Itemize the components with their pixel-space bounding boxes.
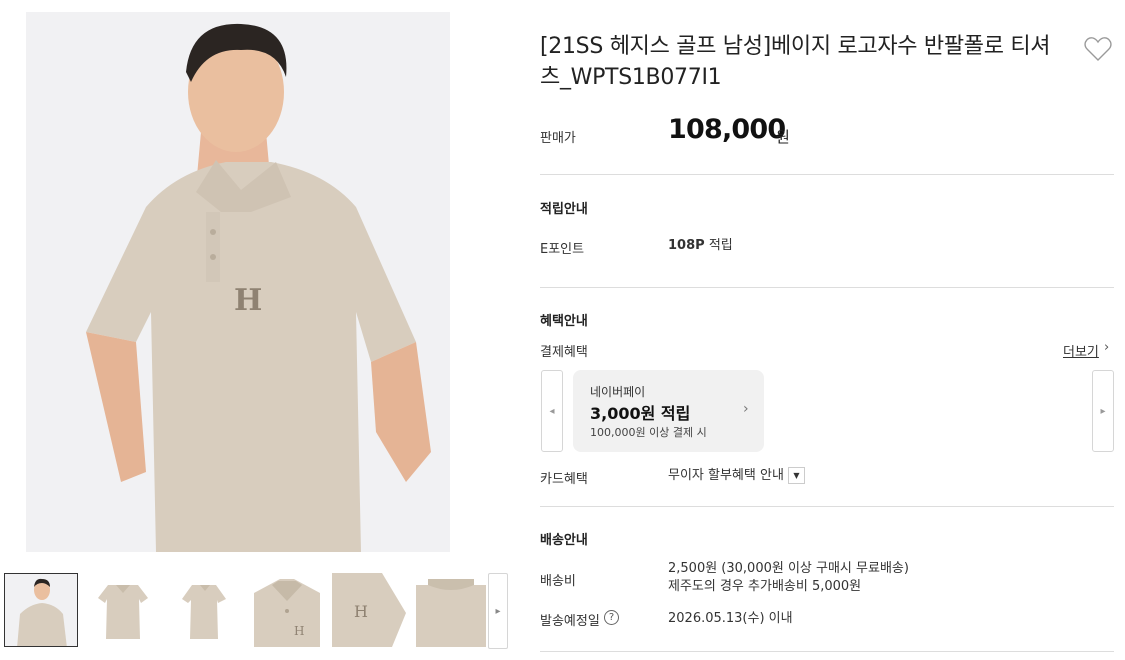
more-link[interactable]: 더보기 — [1063, 341, 1099, 360]
card-benefit-value: 무이자 할부혜택 안내 — [668, 468, 784, 483]
points-suffix: 적립 — [708, 238, 733, 253]
ship-date-label: 발송예정일 — [540, 614, 600, 629]
ship-date-value: 2026.05.13(수) 이내 — [668, 611, 793, 626]
model-photo: H — [26, 12, 450, 552]
thumbnail-image — [86, 573, 160, 647]
question-icon[interactable]: ? — [604, 610, 619, 625]
shipping-section-title: 배송안내 — [540, 533, 588, 548]
thumbnail-collar-detail[interactable]: H — [250, 573, 324, 647]
chevron-right-icon: ▸ — [495, 605, 501, 617]
product-info-panel: [21SS 헤지스 골프 남성]베이지 로고자수 반팔폴로 티셔츠_WPTS1B… — [540, 0, 1115, 660]
chevron-left-icon: ◂ — [549, 405, 555, 417]
points-section-title: 적립안내 — [540, 202, 588, 217]
main-product-image: H — [26, 12, 450, 552]
divider — [540, 174, 1114, 175]
price-unit: 원 — [776, 128, 790, 146]
benefit-next-button[interactable]: ▸ — [1092, 370, 1114, 452]
divider — [540, 506, 1114, 507]
thumbnail-image — [168, 573, 242, 647]
thumbnail-sleeve-detail[interactable]: H — [332, 573, 406, 647]
benefit-card-naverpay[interactable]: 네이버페이 3,000원 적립 100,000원 이상 결제 시 › — [573, 370, 764, 452]
thumbnail-back-detail[interactable] — [414, 573, 488, 647]
thumbnail-image — [414, 573, 488, 647]
points-amount: 108P — [668, 238, 705, 253]
thumbnail-image — [5, 574, 77, 646]
card-benefit-dropdown[interactable]: ▼ — [788, 467, 805, 484]
chevron-right-icon: ▸ — [1100, 405, 1106, 417]
chevron-right-icon: › — [743, 401, 749, 417]
shipping-fee-line2: 제주도의 경우 추가배송비 5,000원 — [668, 579, 862, 594]
thumbnail-shirt-side[interactable] — [168, 573, 242, 647]
payment-benefit-label: 결제혜택 — [540, 345, 588, 360]
benefits-section-title: 혜택안내 — [540, 314, 588, 329]
svg-text:H: H — [234, 283, 262, 318]
thumbnail-model-front[interactable] — [4, 573, 78, 647]
svg-text:H: H — [354, 602, 368, 621]
heart-icon[interactable] — [1084, 36, 1112, 62]
shipping-fee-label: 배송비 — [540, 574, 576, 589]
thumbnail-image: H — [332, 573, 406, 647]
points-value: 108P 적립 — [668, 237, 733, 255]
thumbnail-strip: H H ▸ — [4, 573, 509, 649]
shipping-fee-line1: 2,500원 (30,000원 이상 구매시 무료배송) — [668, 561, 909, 576]
benefit-prev-button[interactable]: ◂ — [541, 370, 563, 452]
product-title: [21SS 헤지스 골프 남성]베이지 로고자수 반팔폴로 티셔츠_WPTS1B… — [540, 34, 1051, 90]
benefit-card-amount: 3,000원 적립 — [590, 404, 691, 423]
thumbnail-next-button[interactable]: ▸ — [488, 573, 508, 649]
thumbnail-shirt-front[interactable] — [86, 573, 160, 647]
chevron-right-icon: › — [1104, 340, 1110, 355]
caret-down-icon: ▼ — [793, 471, 800, 480]
price-value: 108,000 — [668, 114, 786, 145]
divider — [540, 287, 1114, 288]
price-label: 판매가 — [540, 131, 576, 146]
svg-text:H: H — [294, 624, 304, 638]
card-benefit-label: 카드혜택 — [540, 472, 588, 487]
benefit-card-name: 네이버페이 — [590, 385, 646, 399]
points-label: E포인트 — [540, 242, 585, 257]
benefit-card-condition: 100,000원 이상 결제 시 — [590, 426, 707, 439]
thumbnail-image: H — [250, 573, 324, 647]
divider — [540, 651, 1114, 652]
